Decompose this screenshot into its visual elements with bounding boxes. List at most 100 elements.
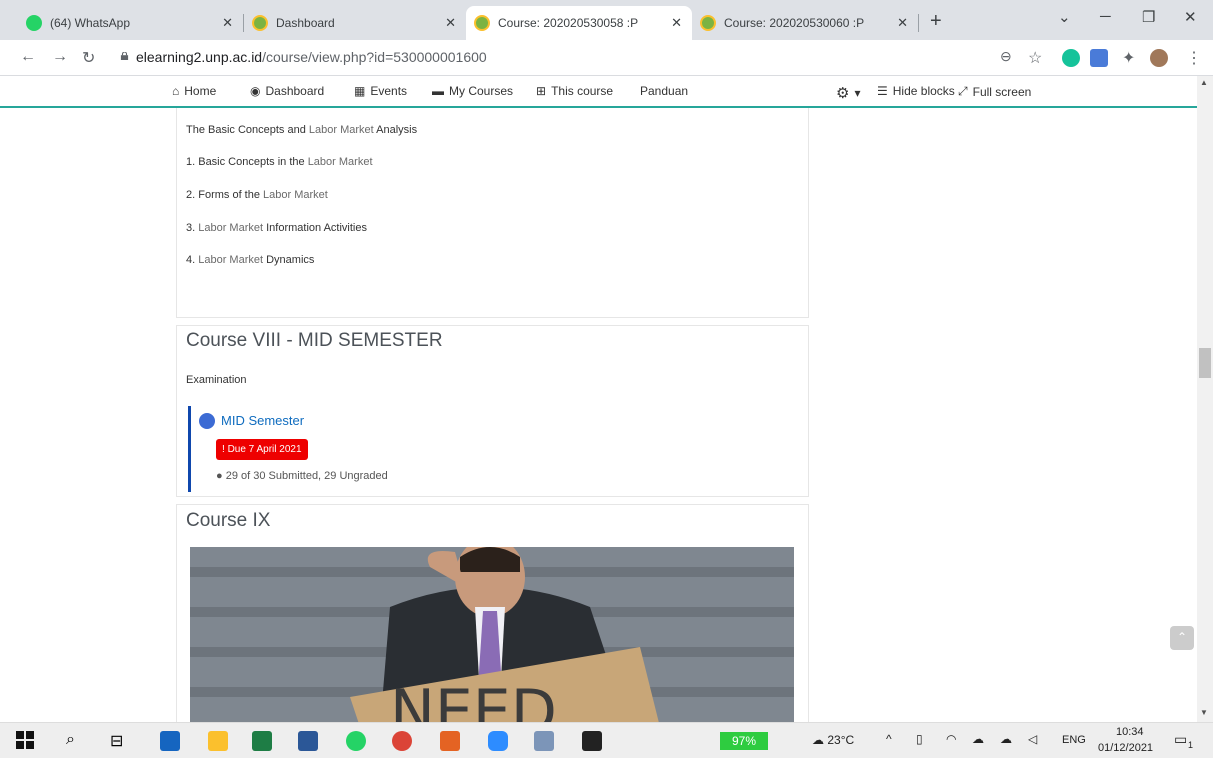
menu-icon[interactable]: ⋮ — [1186, 48, 1202, 68]
weather-text: 23°C — [827, 733, 855, 747]
tab-dashboard[interactable]: Dashboard ✕ — [244, 6, 466, 40]
nav-my-courses[interactable]: ▬ My Courses — [432, 84, 513, 98]
restore-button[interactable]: ❐ — [1142, 8, 1155, 26]
language-indicator[interactable]: ENG — [1062, 734, 1086, 746]
chrome-icon[interactable] — [392, 731, 412, 751]
term-link[interactable]: Labor Market — [263, 189, 328, 201]
zoom-icon[interactable]: ⊖ — [1000, 48, 1012, 65]
activity-assignment: MID Semester ! Due 7 April 2021 ● 29 of … — [188, 406, 798, 492]
section-intro: The Basic Concepts and Labor Market Anal… — [186, 124, 417, 136]
battery-text: 97% — [731, 734, 757, 748]
unemployed-man-photo: NEED — [190, 547, 794, 722]
expand-icon: ⤢ — [958, 84, 968, 98]
show-hidden-icons[interactable]: ^ — [886, 732, 892, 746]
section-summary: Examination — [186, 374, 247, 386]
tab-whatsapp[interactable]: (64) WhatsApp ✕ — [18, 6, 243, 40]
cloud-sync-icon[interactable]: ☁ — [972, 732, 984, 746]
new-tab-button[interactable]: + — [930, 10, 942, 33]
close-icon[interactable]: ✕ — [897, 15, 908, 31]
nav-dashboard-label: Dashboard — [265, 84, 325, 98]
task-view-icon[interactable]: ⊟ — [110, 731, 130, 751]
excel-icon[interactable] — [252, 731, 272, 751]
full-screen-button[interactable]: ⤢ Full screen — [958, 84, 1031, 99]
term-link[interactable]: Labor Market — [198, 254, 263, 266]
battery-indicator[interactable]: 97% — [720, 732, 768, 750]
office-icon[interactable] — [440, 731, 460, 751]
grammarly-icon[interactable] — [1062, 49, 1080, 67]
course-section-mid-semester: Course VIII - MID SEMESTER Examination M… — [176, 325, 809, 497]
full-screen-label: Full screen — [972, 84, 1032, 99]
word-icon[interactable] — [298, 731, 318, 751]
activity-link[interactable]: MID Semester — [221, 413, 304, 428]
page-scrollbar[interactable] — [1197, 76, 1213, 722]
reload-icon[interactable]: ↻ — [82, 48, 95, 68]
back-icon[interactable]: ← — [20, 48, 36, 66]
extensions-icon[interactable]: ✦ — [1122, 48, 1135, 68]
app-icon[interactable] — [534, 731, 554, 751]
nav-this-course[interactable]: ⊞ This course — [536, 84, 613, 98]
sticky-notes-icon[interactable] — [582, 731, 602, 751]
tab-course-2[interactable]: Course: 202020530060 :PDE2.61. ✕ — [692, 6, 918, 40]
tab-search-icon[interactable]: ⌄ — [1058, 8, 1071, 26]
close-icon[interactable]: ✕ — [445, 15, 456, 31]
zoom-app-icon[interactable] — [488, 731, 508, 751]
scroll-up-arrow[interactable]: ▲ — [1200, 78, 1208, 87]
settings-menu[interactable]: ⚙ ▾ — [836, 84, 865, 102]
notification-icon[interactable]: ▭ — [1174, 731, 1187, 748]
briefcase-icon: ▬ — [432, 84, 444, 98]
close-icon[interactable]: ✕ — [671, 15, 682, 31]
hide-blocks-button[interactable]: ☰ Hide blocks — [877, 84, 955, 98]
text-segment: 3. — [186, 222, 199, 234]
whatsapp-icon[interactable] — [346, 731, 366, 751]
onedrive-icon[interactable]: ☁ — [1000, 732, 1012, 746]
volume-icon[interactable]: ◁ — [1028, 732, 1037, 746]
caret-down-icon: ▾ — [854, 86, 861, 100]
due-date-text: Due 7 April 2021 — [227, 444, 302, 455]
course-section-labor-market: The Basic Concepts and Labor Market Anal… — [176, 108, 809, 318]
nav-events-label: Events — [370, 84, 408, 98]
submission-text: 29 of 30 Submitted, 29 Ungraded — [225, 470, 388, 482]
assignment-icon — [199, 413, 215, 429]
section-title: Course VIII - MID SEMESTER — [186, 330, 443, 351]
nav-events[interactable]: ▦ Events — [354, 84, 407, 98]
clock-date[interactable]: 01/12/2021 — [1098, 742, 1153, 754]
section-title: Course IX — [186, 510, 271, 531]
translate-icon[interactable] — [1090, 49, 1108, 67]
close-icon[interactable]: ✕ — [222, 15, 233, 31]
browser-tab-bar: (64) WhatsApp ✕ Dashboard ✕ Course: 2020… — [0, 0, 1213, 40]
text-segment: 1. Basic Concepts in the — [186, 156, 308, 168]
nav-this-course-label: This course — [551, 84, 614, 98]
scrollbar-thumb[interactable] — [1199, 348, 1211, 378]
meet-now-icon[interactable]: ▯ — [916, 732, 923, 746]
weather-icon: ☁ — [812, 733, 824, 747]
info-icon: ● — [216, 470, 223, 482]
url-field[interactable]: elearning2.unp.ac.id/course/view.php?id=… — [136, 49, 487, 65]
page-content: The Basic Concepts and Labor Market Anal… — [0, 108, 1197, 722]
term-link[interactable]: Labor Market — [309, 124, 374, 136]
term-link[interactable]: Labor Market — [198, 222, 263, 234]
nav-home-label: Home — [184, 84, 217, 98]
file-explorer-icon[interactable] — [208, 731, 228, 751]
tab-course-1-active[interactable]: Course: 202020530058 :PDE1.61. ✕ — [466, 6, 692, 40]
list-item: 2. Forms of the Labor Market — [186, 189, 328, 201]
submission-info: ● 29 of 30 Submitted, 29 Ungraded — [216, 470, 388, 482]
nav-home[interactable]: ⌂ Home — [172, 84, 216, 98]
nav-dashboard[interactable]: ◉ Dashboard — [250, 84, 324, 98]
tab-title: Course: 202020530060 :PDE2.61. — [724, 16, 864, 30]
term-link[interactable]: Labor Market — [308, 156, 373, 168]
search-icon[interactable]: ⌕ — [66, 731, 86, 751]
site-navbar: ⌂ Home ◉ Dashboard ▦ Events ▬ My Courses ⊞ Th… — [0, 76, 1197, 108]
back-to-top-button[interactable]: ⌃ — [1170, 626, 1194, 650]
weather-widget[interactable]: ☁ 23°C — [812, 733, 854, 747]
scroll-down-arrow[interactable]: ▼ — [1200, 708, 1208, 717]
bookmark-star-icon[interactable]: ☆ — [1028, 48, 1042, 68]
profile-avatar[interactable] — [1150, 49, 1168, 67]
forward-icon[interactable]: → — [52, 48, 68, 66]
close-window-button[interactable]: ✕ — [1184, 8, 1197, 26]
clock-time[interactable]: 10:34 — [1116, 726, 1144, 738]
nav-panduan[interactable]: Panduan — [640, 84, 688, 98]
minimize-button[interactable]: ─ — [1100, 8, 1111, 25]
windows-start-icon[interactable] — [16, 731, 36, 751]
store-icon[interactable] — [160, 731, 180, 751]
wifi-icon[interactable]: ◠ — [946, 732, 956, 746]
